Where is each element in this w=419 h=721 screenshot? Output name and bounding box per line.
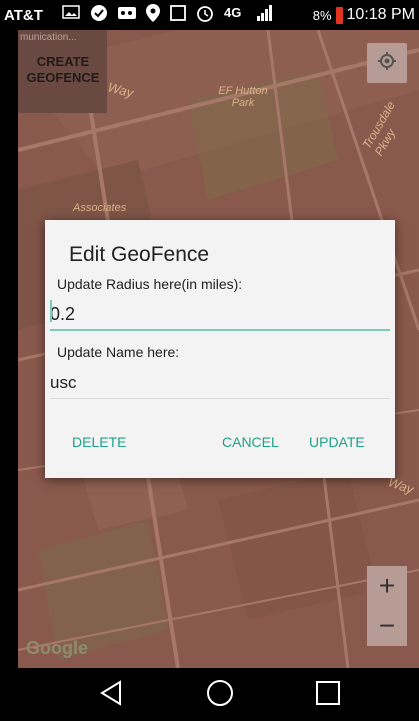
truncated-text: munication... xyxy=(20,32,77,43)
radius-label: Update Radius here(in miles): xyxy=(57,276,243,292)
svg-text:4G: 4G xyxy=(224,5,241,20)
back-triangle-icon xyxy=(99,679,123,711)
radius-input[interactable] xyxy=(50,299,390,331)
battery-icon xyxy=(335,6,343,24)
update-button[interactable]: UPDATE xyxy=(307,430,367,454)
status-bar: AT&T 4G 8% 10:18 PM xyxy=(0,0,419,30)
cancel-button[interactable]: CANCEL xyxy=(220,430,281,454)
image-icon xyxy=(62,5,80,25)
back-button[interactable] xyxy=(96,679,126,711)
text-cursor xyxy=(50,300,52,322)
alarm-icon xyxy=(196,4,214,26)
google-logo: Google xyxy=(26,638,88,658)
shield-icon xyxy=(90,4,108,26)
create-geofence-button[interactable]: munication... CREATE GEOFENCE xyxy=(18,30,107,113)
map-label-park: EF Hutton Park xyxy=(218,85,268,109)
navigation-bar xyxy=(0,668,419,721)
name-input[interactable] xyxy=(50,368,390,399)
zoom-in-button[interactable]: + xyxy=(367,566,407,606)
voicemail-icon xyxy=(118,6,136,24)
clock: 10:18 PM xyxy=(346,6,415,23)
edit-geofence-dialog: Edit GeoFence Update Radius here(in mile… xyxy=(45,220,395,478)
create-geofence-label: CREATE GEOFENCE xyxy=(26,54,100,85)
home-button[interactable] xyxy=(205,679,235,712)
my-location-button[interactable] xyxy=(367,43,407,83)
crosshair-icon xyxy=(377,51,397,76)
name-label: Update Name here: xyxy=(57,344,180,360)
delete-button[interactable]: DELETE xyxy=(70,430,128,454)
dialog-title: Edit GeoFence xyxy=(69,243,210,266)
map-label-associates: Associates xyxy=(73,202,127,214)
recents-square-icon xyxy=(315,680,341,711)
signal-icon xyxy=(256,4,274,26)
zoom-out-button[interactable]: − xyxy=(367,606,407,646)
location-icon xyxy=(146,4,160,26)
recents-button[interactable] xyxy=(313,680,343,710)
battery-percent: 8% xyxy=(312,7,332,23)
lte-icon: 4G xyxy=(224,4,246,26)
nfc-icon xyxy=(170,4,186,26)
home-circle-icon xyxy=(206,679,234,712)
carrier-label: AT&T xyxy=(4,7,43,24)
